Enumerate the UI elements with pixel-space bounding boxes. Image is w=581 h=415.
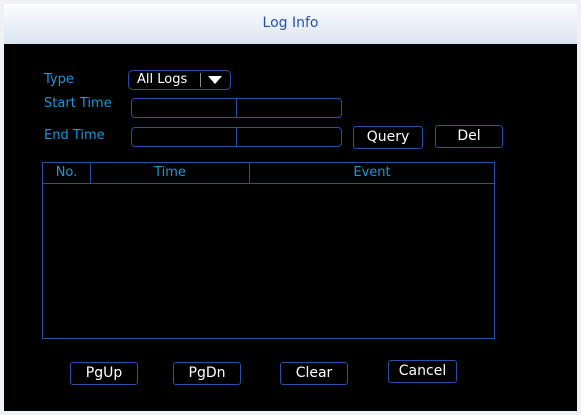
- dropdown-arrow-icon[interactable]: [207, 74, 223, 86]
- cancel-button[interactable]: Cancel: [388, 360, 457, 383]
- log-panel: Type All Logs Start Time End Time Query …: [4, 44, 577, 411]
- column-header-time: Time: [90, 163, 249, 183]
- title-bar: Log Info: [4, 4, 577, 45]
- log-table: No. Time Event: [42, 162, 495, 339]
- type-select-value: All Logs: [137, 72, 188, 87]
- type-label: Type: [44, 72, 74, 87]
- clear-button[interactable]: Clear: [280, 362, 348, 385]
- start-time-label: Start Time: [44, 96, 112, 111]
- page-down-button[interactable]: PgDn: [173, 362, 241, 385]
- window-title: Log Info: [262, 15, 319, 31]
- delete-button[interactable]: Del: [435, 125, 503, 148]
- log-info-window: Log Info Type All Logs Start Time End Ti…: [0, 0, 581, 415]
- query-button[interactable]: Query: [353, 126, 423, 149]
- end-time-label: End Time: [44, 128, 105, 143]
- table-body: [43, 184, 494, 338]
- column-header-no: No.: [55, 165, 78, 180]
- end-time-field[interactable]: [131, 127, 342, 147]
- start-time-separator: [236, 99, 237, 117]
- select-divider: [200, 73, 201, 87]
- column-header-event: Event: [249, 163, 494, 183]
- end-time-separator: [236, 128, 237, 146]
- page-up-button[interactable]: PgUp: [70, 362, 138, 385]
- table-header: No. Time Event: [43, 163, 494, 184]
- start-time-field[interactable]: [131, 98, 342, 118]
- type-select[interactable]: All Logs: [128, 70, 231, 90]
